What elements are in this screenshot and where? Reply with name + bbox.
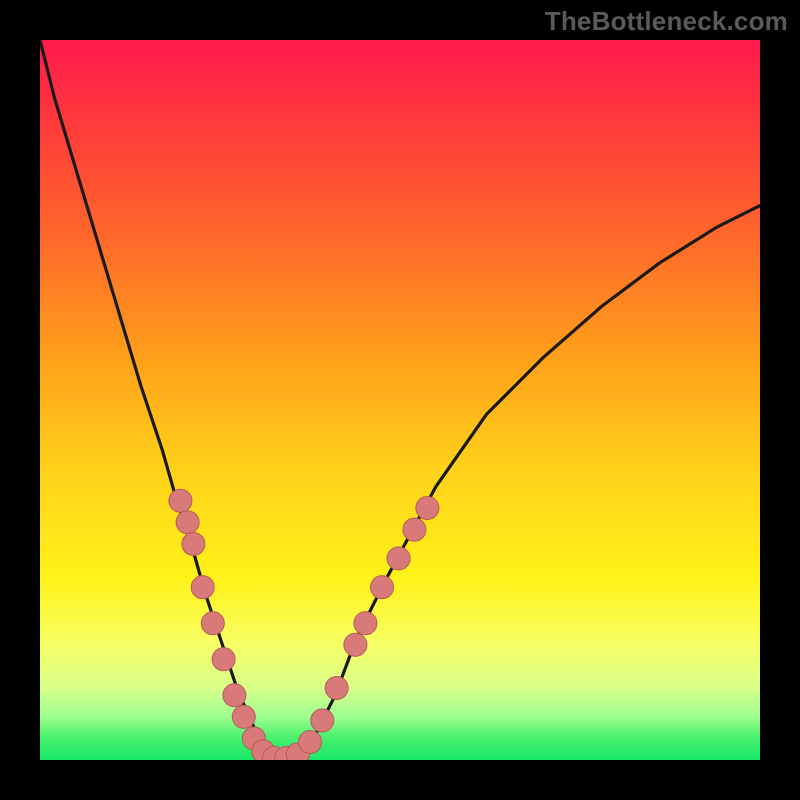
data-marker	[169, 489, 192, 512]
data-marker	[223, 684, 246, 707]
chart-svg	[40, 40, 760, 760]
plot-area	[40, 40, 760, 760]
data-marker	[387, 547, 410, 570]
data-marker	[325, 676, 348, 699]
data-marker	[232, 705, 255, 728]
data-marker	[176, 511, 199, 534]
data-marker	[354, 612, 377, 635]
data-marker	[344, 633, 367, 656]
chart-frame: TheBottleneck.com	[0, 0, 800, 800]
data-marker	[403, 518, 426, 541]
watermark-text: TheBottleneck.com	[545, 6, 788, 37]
data-marker	[212, 648, 235, 671]
data-marker	[201, 612, 224, 635]
marker-group	[169, 489, 439, 760]
data-marker	[416, 496, 439, 519]
data-marker	[370, 576, 393, 599]
bottleneck-curve	[40, 40, 760, 760]
data-marker	[182, 532, 205, 555]
data-marker	[191, 576, 214, 599]
data-marker	[298, 730, 321, 753]
data-marker	[311, 709, 334, 732]
